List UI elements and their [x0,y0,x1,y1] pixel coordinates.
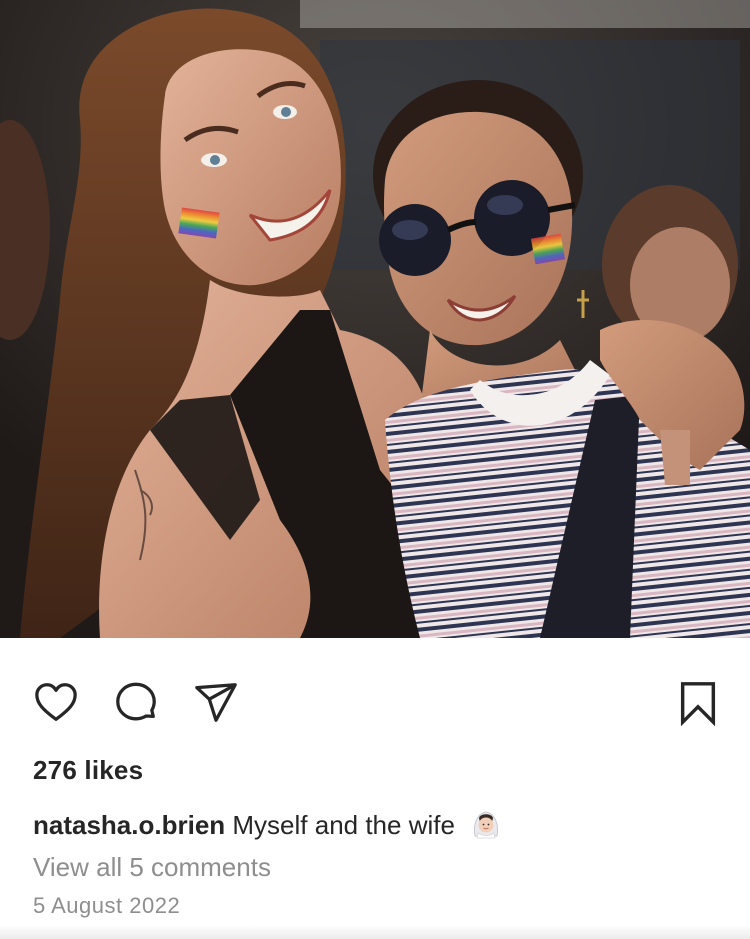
caption-text: Myself and the wife [232,810,455,840]
post-actions-bar [0,638,750,758]
likes-count[interactable]: 276 likes [33,755,143,786]
like-button[interactable] [31,678,81,728]
heart-outline-icon [35,683,77,721]
caption-username[interactable]: natasha.o.brien [33,810,225,840]
save-button[interactable] [673,678,723,728]
bottom-divider [0,925,750,939]
view-all-comments-link[interactable]: View all 5 comments [33,852,271,883]
bookmark-icon [680,682,716,726]
bride-with-veil-emoji [474,811,499,839]
speech-bubble-icon [116,682,156,721]
paper-plane-icon [195,683,237,722]
post-caption: natasha.o.brien Myself and the wife [33,808,723,841]
post-date: 5 August 2022 [33,893,181,918]
comment-button[interactable] [111,678,161,728]
post-photo[interactable] [0,0,750,638]
share-button[interactable] [191,678,241,728]
